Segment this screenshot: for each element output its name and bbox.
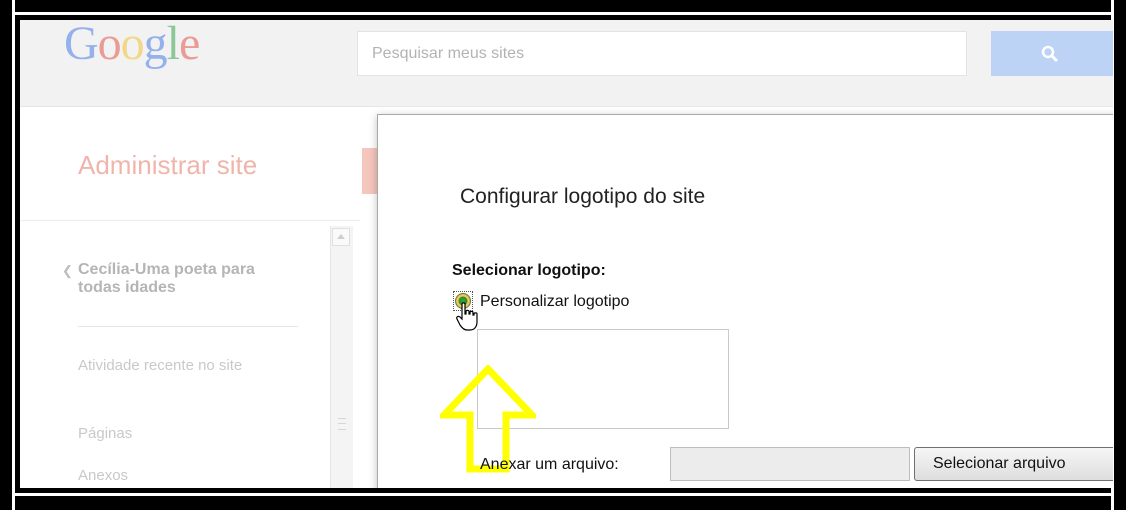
dialog-title: Configurar logotipo do site [460,185,706,208]
google-logo[interactable]: Google [64,20,200,71]
logo-letter-e: e [179,20,200,70]
search-icon [1041,45,1059,63]
custom-logo-radio-label[interactable]: Personalizar logotipo [480,293,629,311]
nav-item-pages[interactable]: Páginas [78,425,298,442]
logo-letter-g: G [64,20,99,70]
hand-cursor-icon [456,302,478,331]
site-name-link[interactable]: Cecília-Uma poeta para todas idades [78,261,278,297]
search-button[interactable] [991,31,1113,76]
file-path-field[interactable] [670,447,910,481]
logo-settings-dialog: Configurar logotipo do site Selecionar l… [377,114,1113,488]
logo-letter-o1: o [97,20,122,70]
logo-letter-o2: o [120,20,145,70]
top-bar: Google [20,20,1113,107]
logo-letter-g2: g [143,20,168,70]
frame-border-top [12,12,1114,15]
select-file-button[interactable]: Selecionar arquivo [914,447,1113,481]
divider [78,326,298,327]
browser-viewport: Google Administrar site ❮ Cecília-Uma po… [20,20,1113,488]
scroll-grip-icon[interactable] [338,418,346,430]
nav-item-recent-activity[interactable]: Atividade recente no site [78,357,298,374]
nav-item-attachments[interactable]: Anexos [78,467,298,484]
admin-title: Administrar site [78,150,258,180]
chevron-left-icon[interactable]: ❮ [62,263,73,279]
attach-file-label: Anexar um arquivo: [480,456,619,473]
divider [20,220,360,221]
scroll-up-icon[interactable] [332,228,350,246]
logo-letter-l: l [166,20,180,70]
frame-border-bottom [12,493,1114,496]
frame-border-left [12,0,15,510]
search-input[interactable] [357,31,967,76]
select-logo-label: Selecionar logotipo: [452,262,606,279]
sidebar-scrollbar[interactable] [330,226,353,488]
